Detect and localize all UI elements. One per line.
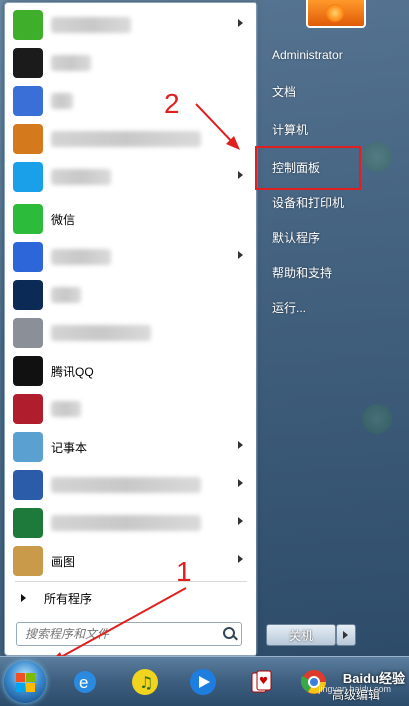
taskbar-window-title: 高级编辑 [332,688,381,702]
solitaire-cards-icon: ♥ [251,670,272,693]
annotation-arrows [46,103,240,666]
windows-logo-part [26,673,35,682]
arrow-to-control-panel [195,103,237,147]
step-1-number: 1 [176,556,192,587]
windows-logo-part [26,683,35,692]
windows-logo-icon [16,673,25,682]
taskbar-chrome[interactable] [292,663,336,701]
music-player-icon: ♫ [132,669,158,695]
start-button[interactable] [4,661,46,703]
windows-logo-part [16,683,25,692]
video-player-icon [190,669,216,695]
taskbar-video[interactable] [184,663,222,701]
svg-text:e: e [79,673,88,692]
svg-text:♥: ♥ [259,676,268,687]
taskbar-ie[interactable]: e [66,663,104,701]
internet-explorer-icon: e [74,671,96,693]
taskbar-solitaire[interactable]: ♥ [242,663,280,701]
svg-text:♫: ♫ [139,673,153,692]
taskbar-music[interactable]: ♫ [126,663,164,701]
arrow-to-start-button [51,587,187,663]
